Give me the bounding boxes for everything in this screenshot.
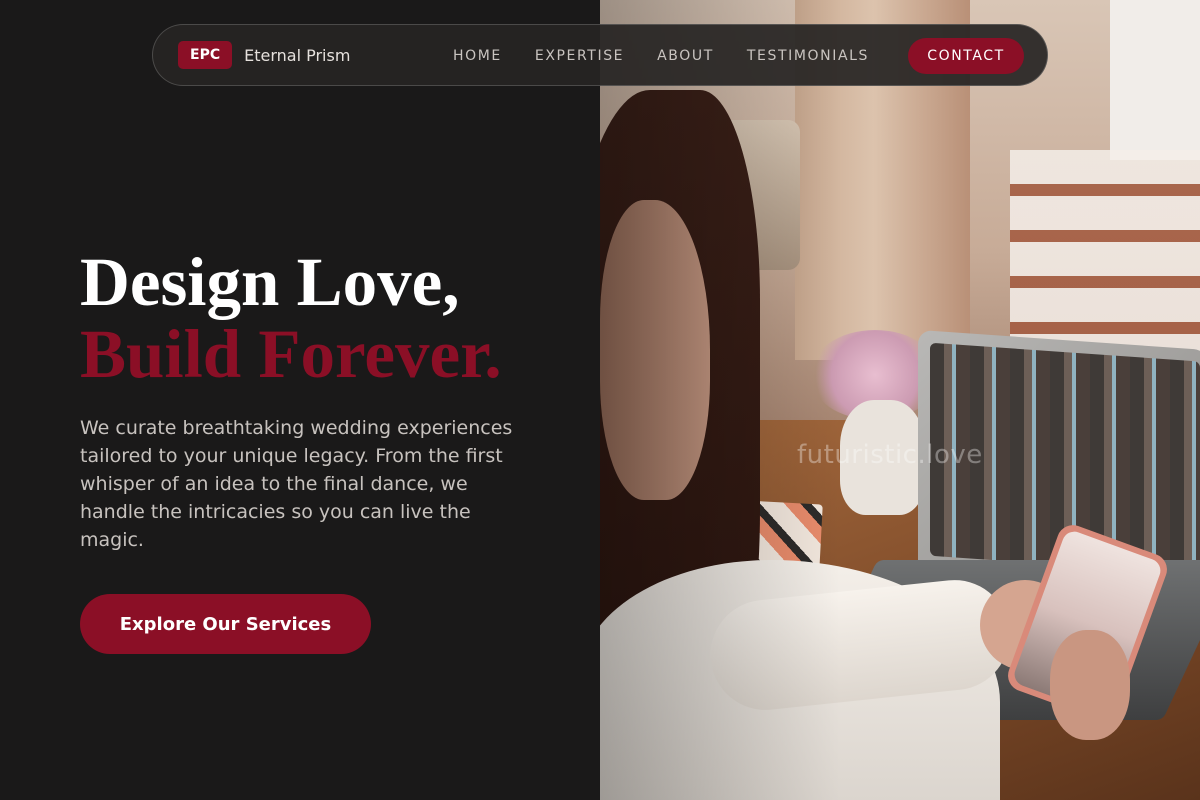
brand-logo-badge[interactable]: EPC (178, 41, 233, 69)
contact-button[interactable]: CONTACT (908, 38, 1024, 74)
hero-title-line2: Build Forever. (80, 316, 502, 392)
nav-link-home[interactable]: HOME (453, 48, 502, 64)
nav-links: HOME EXPERTISE ABOUT TESTIMONIALS (453, 25, 902, 87)
top-navbar: EPC Eternal Prism HOME EXPERTISE ABOUT T… (152, 24, 1048, 86)
nav-link-expertise[interactable]: EXPERTISE (535, 48, 624, 64)
hero-description: We curate breathtaking wedding experienc… (80, 417, 513, 551)
hero-left-panel (0, 0, 600, 800)
explore-services-button[interactable]: Explore Our Services (80, 594, 371, 654)
hero-photo (600, 0, 1200, 800)
brand-name[interactable]: Eternal Prism (244, 46, 350, 65)
hero-title-line1: Design Love, (80, 244, 460, 320)
nav-link-testimonials[interactable]: TESTIMONIALS (747, 48, 869, 64)
image-watermark: futuristic.love (797, 440, 983, 470)
hero-title: Design Love, Build Forever. (80, 246, 502, 390)
nav-link-about[interactable]: ABOUT (657, 48, 714, 64)
